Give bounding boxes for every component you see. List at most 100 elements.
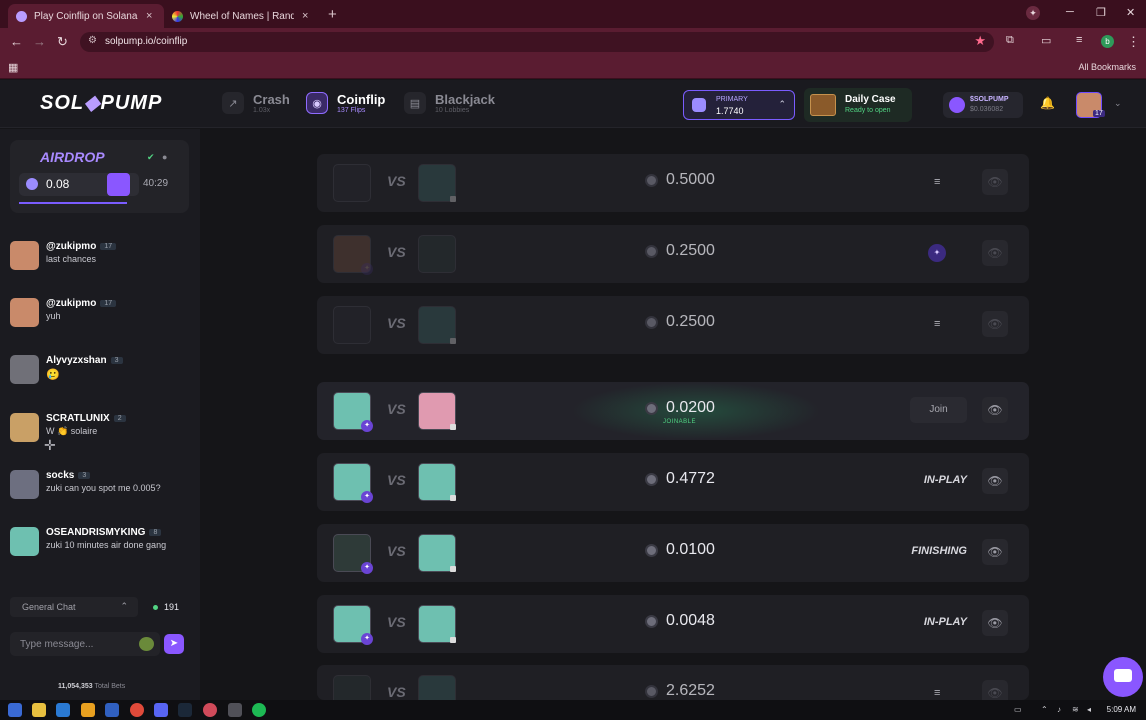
maximize-icon[interactable]: ❐: [1096, 6, 1106, 19]
eye-icon[interactable]: 👁: [982, 610, 1008, 636]
close-window-icon[interactable]: ✕: [1126, 6, 1135, 19]
wallet-selector[interactable]: PRIMARY 1.7740 ⌃: [683, 90, 795, 120]
nav-crash[interactable]: ↗ Crash 1.03x: [222, 92, 290, 114]
daily-case-button[interactable]: Daily Case Ready to open: [804, 88, 912, 122]
volume-icon[interactable]: ◂: [1087, 705, 1091, 714]
apps-grid-icon[interactable]: ▦: [8, 61, 18, 74]
chat-username[interactable]: @zukipmo: [46, 241, 96, 252]
sol-coin-icon: [645, 173, 658, 187]
avatar[interactable]: [10, 298, 39, 327]
coinflip-game-row[interactable]: ✦ VS 0.0048 IN-PLAY 👁: [317, 595, 1029, 653]
avatar[interactable]: [10, 241, 39, 270]
solpump-token-price[interactable]: $SOLPUMP $0.036082: [943, 92, 1023, 118]
player1-avatar: [333, 675, 371, 700]
vs-label: VS: [387, 472, 406, 488]
chrome-active-icon[interactable]: [203, 703, 217, 717]
all-bookmarks[interactable]: All Bookmarks: [1078, 62, 1136, 72]
chrome-icon[interactable]: [130, 703, 144, 717]
start-icon[interactable]: [8, 703, 22, 717]
discord-icon[interactable]: [154, 703, 168, 717]
chat-message: SCRATLUNIX 2 W 👏 solaire: [10, 413, 195, 453]
cast-icon[interactable]: ▭: [1041, 34, 1051, 47]
coinflip-game-row[interactable]: ✦ VS 0.0200 JOINABLE Join 👁: [317, 382, 1029, 440]
chat-username[interactable]: @zukipmo: [46, 298, 96, 309]
chat-username[interactable]: Alyvyzxshan: [46, 355, 107, 366]
app-icon[interactable]: [56, 703, 70, 717]
eye-icon[interactable]: 👁: [982, 539, 1008, 565]
emoji-picker-icon[interactable]: [139, 637, 154, 651]
tab-wheel-of-names[interactable]: Wheel of Names | Random name ×: [164, 4, 320, 28]
media-icon[interactable]: ≡: [1076, 34, 1082, 46]
level-badge: 8: [149, 528, 162, 536]
support-chat-button[interactable]: [1103, 657, 1143, 697]
bell-icon[interactable]: 🔔: [1040, 96, 1055, 110]
airdrop-claim-button[interactable]: [107, 173, 130, 196]
reload-icon[interactable]: ↻: [57, 34, 68, 50]
file-explorer-icon[interactable]: [32, 703, 46, 717]
network-icon[interactable]: ≋: [1072, 705, 1079, 714]
steam-icon[interactable]: [178, 703, 192, 717]
nav-coinflip[interactable]: ◉ Coinflip 137 Flips: [306, 92, 385, 114]
eye-icon[interactable]: 👁: [982, 240, 1008, 266]
coinflip-game-row[interactable]: VS 0.5000 ≡ 👁: [317, 154, 1029, 212]
coinflip-game-row[interactable]: VS 0.2500 ≡ 👁: [317, 296, 1029, 354]
join-button[interactable]: Join: [910, 397, 967, 423]
chat-username[interactable]: SCRATLUNIX: [46, 413, 110, 424]
bookmark-star-icon[interactable]: ★: [974, 33, 986, 49]
profile-avatar-icon[interactable]: b: [1101, 35, 1114, 48]
chat-channel-selector[interactable]: General Chat ⌃: [10, 597, 138, 617]
address-bar[interactable]: ⚙ solpump.io/coinflip ★: [80, 32, 994, 52]
avatar[interactable]: [10, 470, 39, 499]
site-info-icon[interactable]: ⚙: [88, 35, 97, 46]
coinflip-game-row[interactable]: ✦ VS 0.0100 FINISHING 👁: [317, 524, 1029, 582]
tails-icon: [450, 424, 456, 430]
tab-close-icon[interactable]: ×: [302, 10, 308, 22]
bookmarks-bar: ▦ All Bookmarks: [0, 56, 1146, 79]
folder-icon[interactable]: [81, 703, 95, 717]
tails-icon: [450, 637, 456, 643]
tab-coinflip[interactable]: Play Coinflip on Solana – No KYC ×: [8, 4, 164, 28]
solpump-logo[interactable]: SOL◆PUMP: [40, 90, 162, 115]
avatar[interactable]: [10, 355, 39, 384]
eye-icon[interactable]: 👁: [982, 169, 1008, 195]
menu-dots-icon[interactable]: ⋮: [1127, 34, 1140, 50]
tray-icon[interactable]: ▭: [1014, 705, 1022, 714]
forward-icon[interactable]: →: [33, 34, 46, 49]
new-tab-button[interactable]: +: [328, 6, 337, 23]
app-icon[interactable]: [228, 703, 242, 717]
eye-icon[interactable]: 👁: [982, 397, 1008, 423]
chat-username[interactable]: socks: [46, 470, 74, 481]
game-status: IN-PLAY: [923, 616, 967, 628]
eye-icon[interactable]: 👁: [982, 680, 1008, 700]
vs-label: VS: [387, 614, 406, 630]
heads-badge-icon: ✦: [361, 562, 373, 574]
store-icon[interactable]: [105, 703, 119, 717]
chat-message-input[interactable]: [20, 637, 128, 651]
send-button[interactable]: ➤: [164, 634, 184, 654]
coinflip-game-row[interactable]: ✦ VS 0.2500 ✦ 👁: [317, 225, 1029, 283]
chat-username[interactable]: OSEANDRISMYKING: [46, 527, 145, 538]
wheel-favicon-icon: [172, 10, 183, 22]
avatar[interactable]: [10, 413, 39, 442]
info-icon[interactable]: ●: [162, 152, 167, 162]
spotify-icon[interactable]: [252, 703, 266, 717]
coinflip-game-row[interactable]: ✦ VS 0.4772 IN-PLAY 👁: [317, 453, 1029, 511]
eye-icon[interactable]: 👁: [982, 311, 1008, 337]
coinflip-game-row[interactable]: VS 2.6252 ≡ 👁: [317, 665, 1029, 700]
sol-coin-icon: [645, 684, 658, 698]
level-badge: 2: [113, 414, 126, 422]
chevron-down-icon[interactable]: ⌄: [1114, 98, 1122, 109]
extensions-icon[interactable]: ⧉: [1006, 34, 1014, 47]
player1-avatar: ✦: [333, 235, 373, 275]
microphone-icon[interactable]: ♪: [1057, 705, 1061, 714]
eye-icon[interactable]: 👁: [982, 468, 1008, 494]
chevron-up-icon[interactable]: ⌃: [1041, 705, 1048, 714]
chat-message: socks 3 zuki can you spot me 0.005?: [10, 470, 195, 510]
tab-close-icon[interactable]: ×: [146, 10, 152, 22]
nav-blackjack[interactable]: ▤ Blackjack 10 Lobbies: [404, 92, 495, 114]
minimize-icon[interactable]: ─: [1066, 6, 1074, 18]
gemini-icon[interactable]: ✦: [1026, 6, 1040, 20]
chat-channel-label: General Chat: [22, 602, 76, 612]
back-icon[interactable]: ←: [10, 34, 23, 49]
avatar[interactable]: [10, 527, 39, 556]
